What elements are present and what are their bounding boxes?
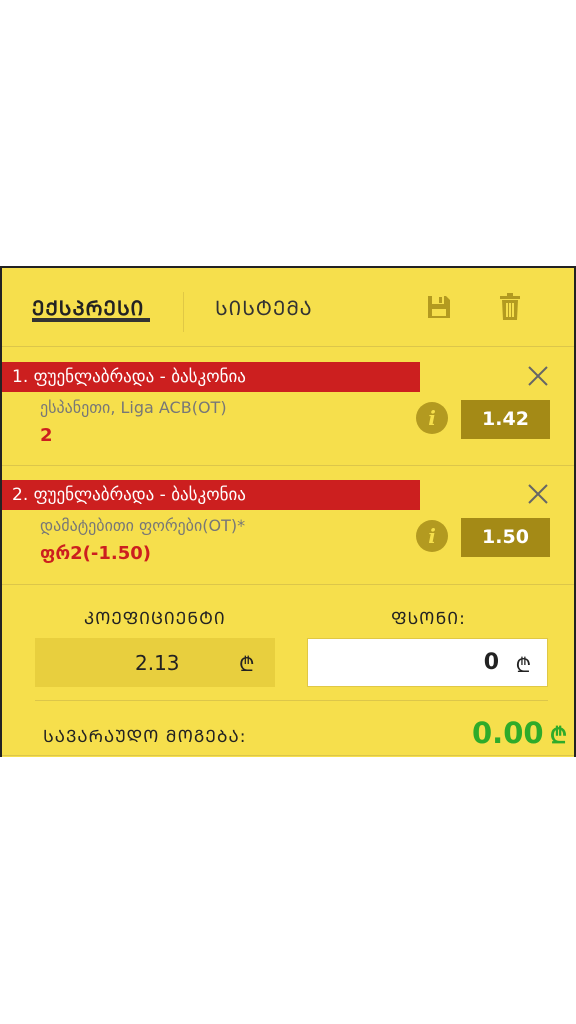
tab-express[interactable]: ᲔᲥᲡᲞᲠᲔᲡᲘ: [32, 294, 144, 321]
active-tab-underline: [32, 318, 150, 322]
currency-icon: ₾: [550, 724, 567, 749]
bet-league: ესპანეთი, Liga ACB(OT): [40, 398, 227, 417]
bet-odds: 1.42: [461, 400, 550, 439]
stake-label: ᲤᲡᲝᲜᲘ:: [391, 609, 466, 629]
potential-win-label: ᲡᲐᲕᲐᲠᲐᲣᲓᲝ ᲛᲝᲒᲔᲑᲐ:: [43, 727, 247, 747]
betslip-tabs: ᲔᲥᲡᲞᲠᲔᲡᲘ ᲡᲘᲡᲢᲔᲛᲐ: [2, 268, 574, 346]
coefficient-label: ᲙᲝᲔᲤᲘᲪᲘᲔᲜᲢᲘ: [84, 609, 226, 629]
stake-value: 0: [483, 650, 499, 675]
bet-league: დამატებითი ფორები(OT)*: [40, 516, 246, 535]
trash-icon: [500, 293, 520, 320]
info-icon[interactable]: i: [416, 520, 448, 552]
potential-win-value: 0.00: [472, 716, 544, 750]
save-button[interactable]: [424, 292, 454, 322]
divider: [2, 584, 574, 585]
betslip-panel: ᲔᲥᲡᲞᲠᲔᲡᲘ ᲡᲘᲡᲢᲔᲛᲐ 1. ფუენლაბრადა - ბასკონ…: [0, 266, 576, 757]
coefficient-display: 2.13 ₾: [35, 638, 275, 687]
tab-system[interactable]: ᲡᲘᲡᲢᲔᲛᲐ: [215, 294, 313, 321]
coefficient-value: 2.13: [135, 651, 180, 675]
currency-icon: ₾: [515, 653, 531, 677]
divider: [2, 755, 574, 756]
tab-divider: [183, 292, 184, 332]
info-icon[interactable]: i: [416, 402, 448, 434]
delete-button[interactable]: [495, 292, 525, 322]
bet-title[interactable]: 2. ფუენლაბრადა - ბასკონია: [2, 480, 420, 510]
bet-pick: ფრ2(-1.50): [40, 543, 152, 564]
divider: [35, 700, 548, 701]
save-icon: [428, 296, 450, 318]
close-icon[interactable]: [526, 482, 550, 506]
bet-pick: 2: [40, 425, 53, 446]
bet-odds: 1.50: [461, 518, 550, 557]
bet-item: 2. ფუენლაბრადა - ბასკონია დამატებითი ფორ…: [2, 480, 574, 598]
bet-title[interactable]: 1. ფუენლაბრადა - ბასკონია: [2, 362, 420, 392]
divider: [2, 465, 574, 466]
divider: [2, 346, 574, 347]
close-icon[interactable]: [526, 364, 550, 388]
stake-input[interactable]: 0 ₾: [307, 638, 548, 687]
bet-item: 1. ფუენლაბრადა - ბასკონია ესპანეთი, Liga…: [2, 362, 574, 480]
currency-icon: ₾: [239, 652, 255, 676]
